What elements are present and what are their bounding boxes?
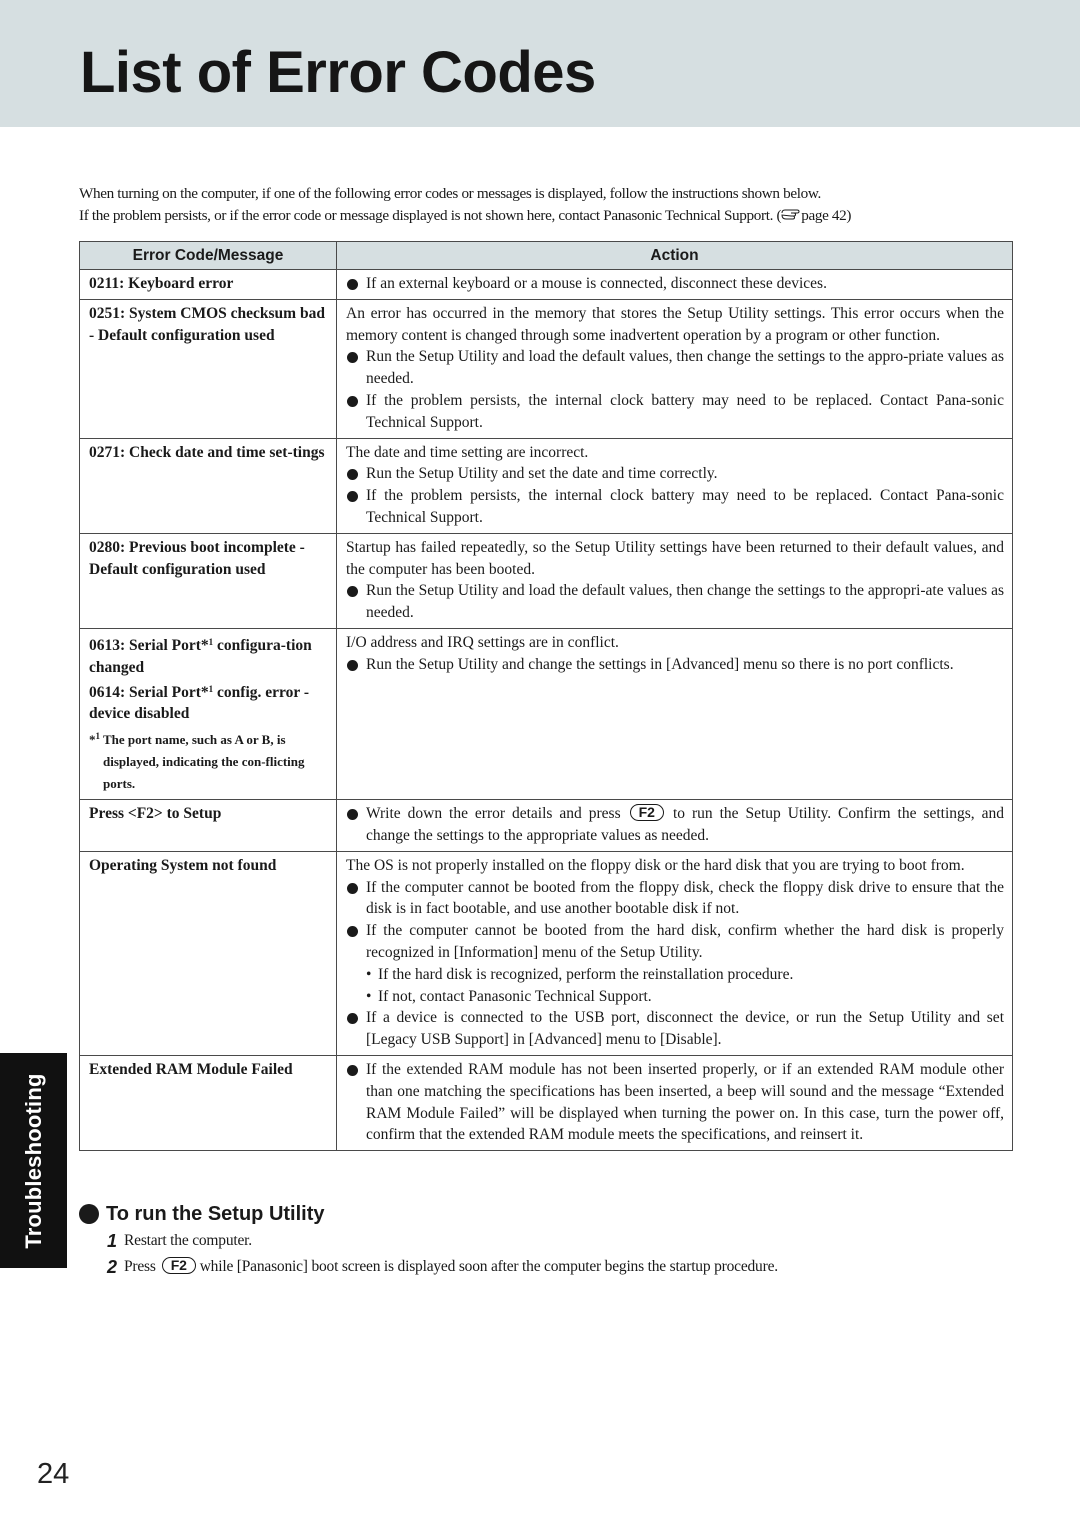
action-sub-bullet: If the hard disk is recognized, perform … bbox=[346, 964, 1004, 986]
table-row: Press <F2> to Setup Write down the error … bbox=[79, 799, 1013, 852]
page-number: 24 bbox=[37, 1458, 70, 1490]
error-code-cell: Extended RAM Module Failed bbox=[79, 1054, 337, 1152]
action-bullet: Run the Setup Utility and set the date a… bbox=[346, 463, 1004, 485]
action-bullet: Write down the error details and press F2… bbox=[346, 803, 1004, 847]
action-bullet: If an external keyboard or a mouse is co… bbox=[346, 273, 1004, 295]
table-header-row: Error Code/Message Action bbox=[79, 241, 1013, 270]
error-code-text: 0211: Keyboard error bbox=[89, 275, 234, 292]
table-row: 0251: System CMOS checksum bad - Default… bbox=[79, 298, 1013, 439]
action-description: The OS is not properly installed on the … bbox=[346, 856, 965, 874]
action-bullet: Run the Setup Utility and change the set… bbox=[346, 654, 1004, 676]
error-code-cell: 0251: System CMOS checksum bad - Default… bbox=[79, 298, 337, 439]
error-code-cell: Operating System not found bbox=[79, 850, 337, 1056]
action-cell: The OS is not properly installed on the … bbox=[336, 850, 1013, 1056]
step-number: 2 bbox=[107, 1257, 117, 1277]
page-reference-link[interactable]: page 42) bbox=[801, 207, 851, 224]
setup-section: To run the Setup Utility 1 Restart the c… bbox=[79, 1200, 1019, 1280]
error-code-text: 0280: Previous boot incomplete - Default… bbox=[89, 538, 305, 578]
action-cell: Write down the error details and press F2… bbox=[336, 799, 1013, 852]
header-error-code: Error Code/Message bbox=[79, 241, 337, 270]
action-description: I/O address and IRQ settings are in conf… bbox=[346, 633, 619, 651]
action-bullet: If the extended RAM module has not been … bbox=[346, 1059, 1004, 1146]
table-body: 0211: Keyboard error If an external keybo… bbox=[79, 269, 1013, 1152]
action-description: Startup has failed repeatedly, so the Se… bbox=[346, 538, 1004, 578]
section-side-tab: Troubleshooting bbox=[0, 1053, 67, 1268]
intro-text: When turning on the computer, if one of … bbox=[79, 183, 1019, 226]
intro-line-1: When turning on the computer, if one of … bbox=[79, 185, 821, 202]
setup-step-1: 1 Restart the computer. bbox=[79, 1228, 1019, 1254]
table-row: 0613: Serial Port*1 configura-tion chang… bbox=[79, 627, 1013, 801]
error-code-text: Press <F2> to Setup bbox=[89, 805, 222, 823]
action-description: The date and time setting are incorrect. bbox=[346, 443, 589, 461]
error-code-cell: Press <F2> to Setup bbox=[79, 799, 337, 852]
error-code-cell: 0211: Keyboard error bbox=[79, 269, 337, 300]
table-row: 0271: Check date and time set-tings The d… bbox=[79, 437, 1013, 534]
action-cell: Startup has failed repeatedly, so the Se… bbox=[336, 532, 1013, 629]
table-row: Extended RAM Module Failed If the extende… bbox=[79, 1054, 1013, 1152]
error-code-text: 0251: System CMOS checksum bad - Default… bbox=[89, 304, 325, 344]
error-code-cell: 0271: Check date and time set-tings bbox=[79, 437, 337, 534]
action-cell: If the extended RAM module has not been … bbox=[336, 1054, 1013, 1152]
error-codes-table: Error Code/Message Action 0211: Keyboard… bbox=[79, 241, 1013, 1152]
action-bullet: Run the Setup Utility and load the defau… bbox=[346, 346, 1004, 390]
bullet-icon bbox=[79, 1204, 99, 1224]
setup-step-2: 2 Press F2 while [Panasonic] boot screen i… bbox=[79, 1254, 1019, 1280]
error-code-cell: 0280: Previous boot incomplete - Default… bbox=[79, 532, 337, 629]
table-row: Operating System not found The OS is not … bbox=[79, 850, 1013, 1056]
error-code-text: 0613: Serial Port*1 configura-tion chang… bbox=[89, 636, 312, 676]
side-tab-label: Troubleshooting bbox=[20, 1072, 46, 1249]
table-row: 0211: Keyboard error If an external keybo… bbox=[79, 269, 1013, 300]
f2-key-icon: F2 bbox=[161, 1257, 196, 1274]
step-number: 1 bbox=[107, 1231, 117, 1251]
action-cell: If an external keyboard or a mouse is co… bbox=[336, 269, 1013, 300]
error-code-cell: 0613: Serial Port*1 configura-tion chang… bbox=[79, 627, 337, 801]
footnote-text: *1 The port name, such as A or B, is dis… bbox=[89, 731, 305, 792]
action-cell: The date and time setting are incorrect.… bbox=[336, 437, 1013, 534]
header-action: Action bbox=[336, 241, 1013, 270]
action-bullet: If a device is connected to the USB port… bbox=[346, 1007, 1004, 1051]
intro-line-2: If the problem persists, or if the error… bbox=[79, 206, 852, 224]
step-text: Restart the computer. bbox=[124, 1232, 252, 1249]
error-code-text: 0614: Serial Port*1 config. error - devi… bbox=[89, 683, 310, 723]
setup-heading: To run the Setup Utility bbox=[79, 1200, 1019, 1228]
step-text: Press F2 while [Panasonic] boot screen is … bbox=[124, 1257, 778, 1275]
action-cell: An error has occurred in the memory that… bbox=[336, 298, 1013, 439]
error-code-text: Operating System not found bbox=[89, 856, 277, 874]
action-cell: I/O address and IRQ settings are in conf… bbox=[336, 627, 1013, 801]
f2-key-icon: F2 bbox=[629, 804, 664, 822]
action-description: An error has occurred in the memory that… bbox=[346, 304, 1004, 344]
title-band: List of Error Codes bbox=[0, 0, 1080, 127]
table-row: 0280: Previous boot incomplete - Default… bbox=[79, 532, 1013, 629]
action-sub-bullet: If not, contact Panasonic Technical Supp… bbox=[346, 986, 1004, 1008]
action-bullet: If the computer cannot be booted from th… bbox=[346, 877, 1004, 921]
action-bullet: If the computer cannot be booted from th… bbox=[346, 920, 1004, 964]
action-bullet: If the problem persists, the internal cl… bbox=[346, 485, 1004, 529]
error-code-text: Extended RAM Module Failed bbox=[89, 1060, 293, 1078]
action-bullet: If the problem persists, the internal cl… bbox=[346, 390, 1004, 434]
pointing-hand-icon bbox=[781, 207, 801, 221]
error-code-text: 0271: Check date and time set-tings bbox=[89, 443, 325, 461]
action-bullet: Run the Setup Utility and load the defau… bbox=[346, 580, 1004, 624]
page-title: List of Error Codes bbox=[80, 40, 596, 105]
